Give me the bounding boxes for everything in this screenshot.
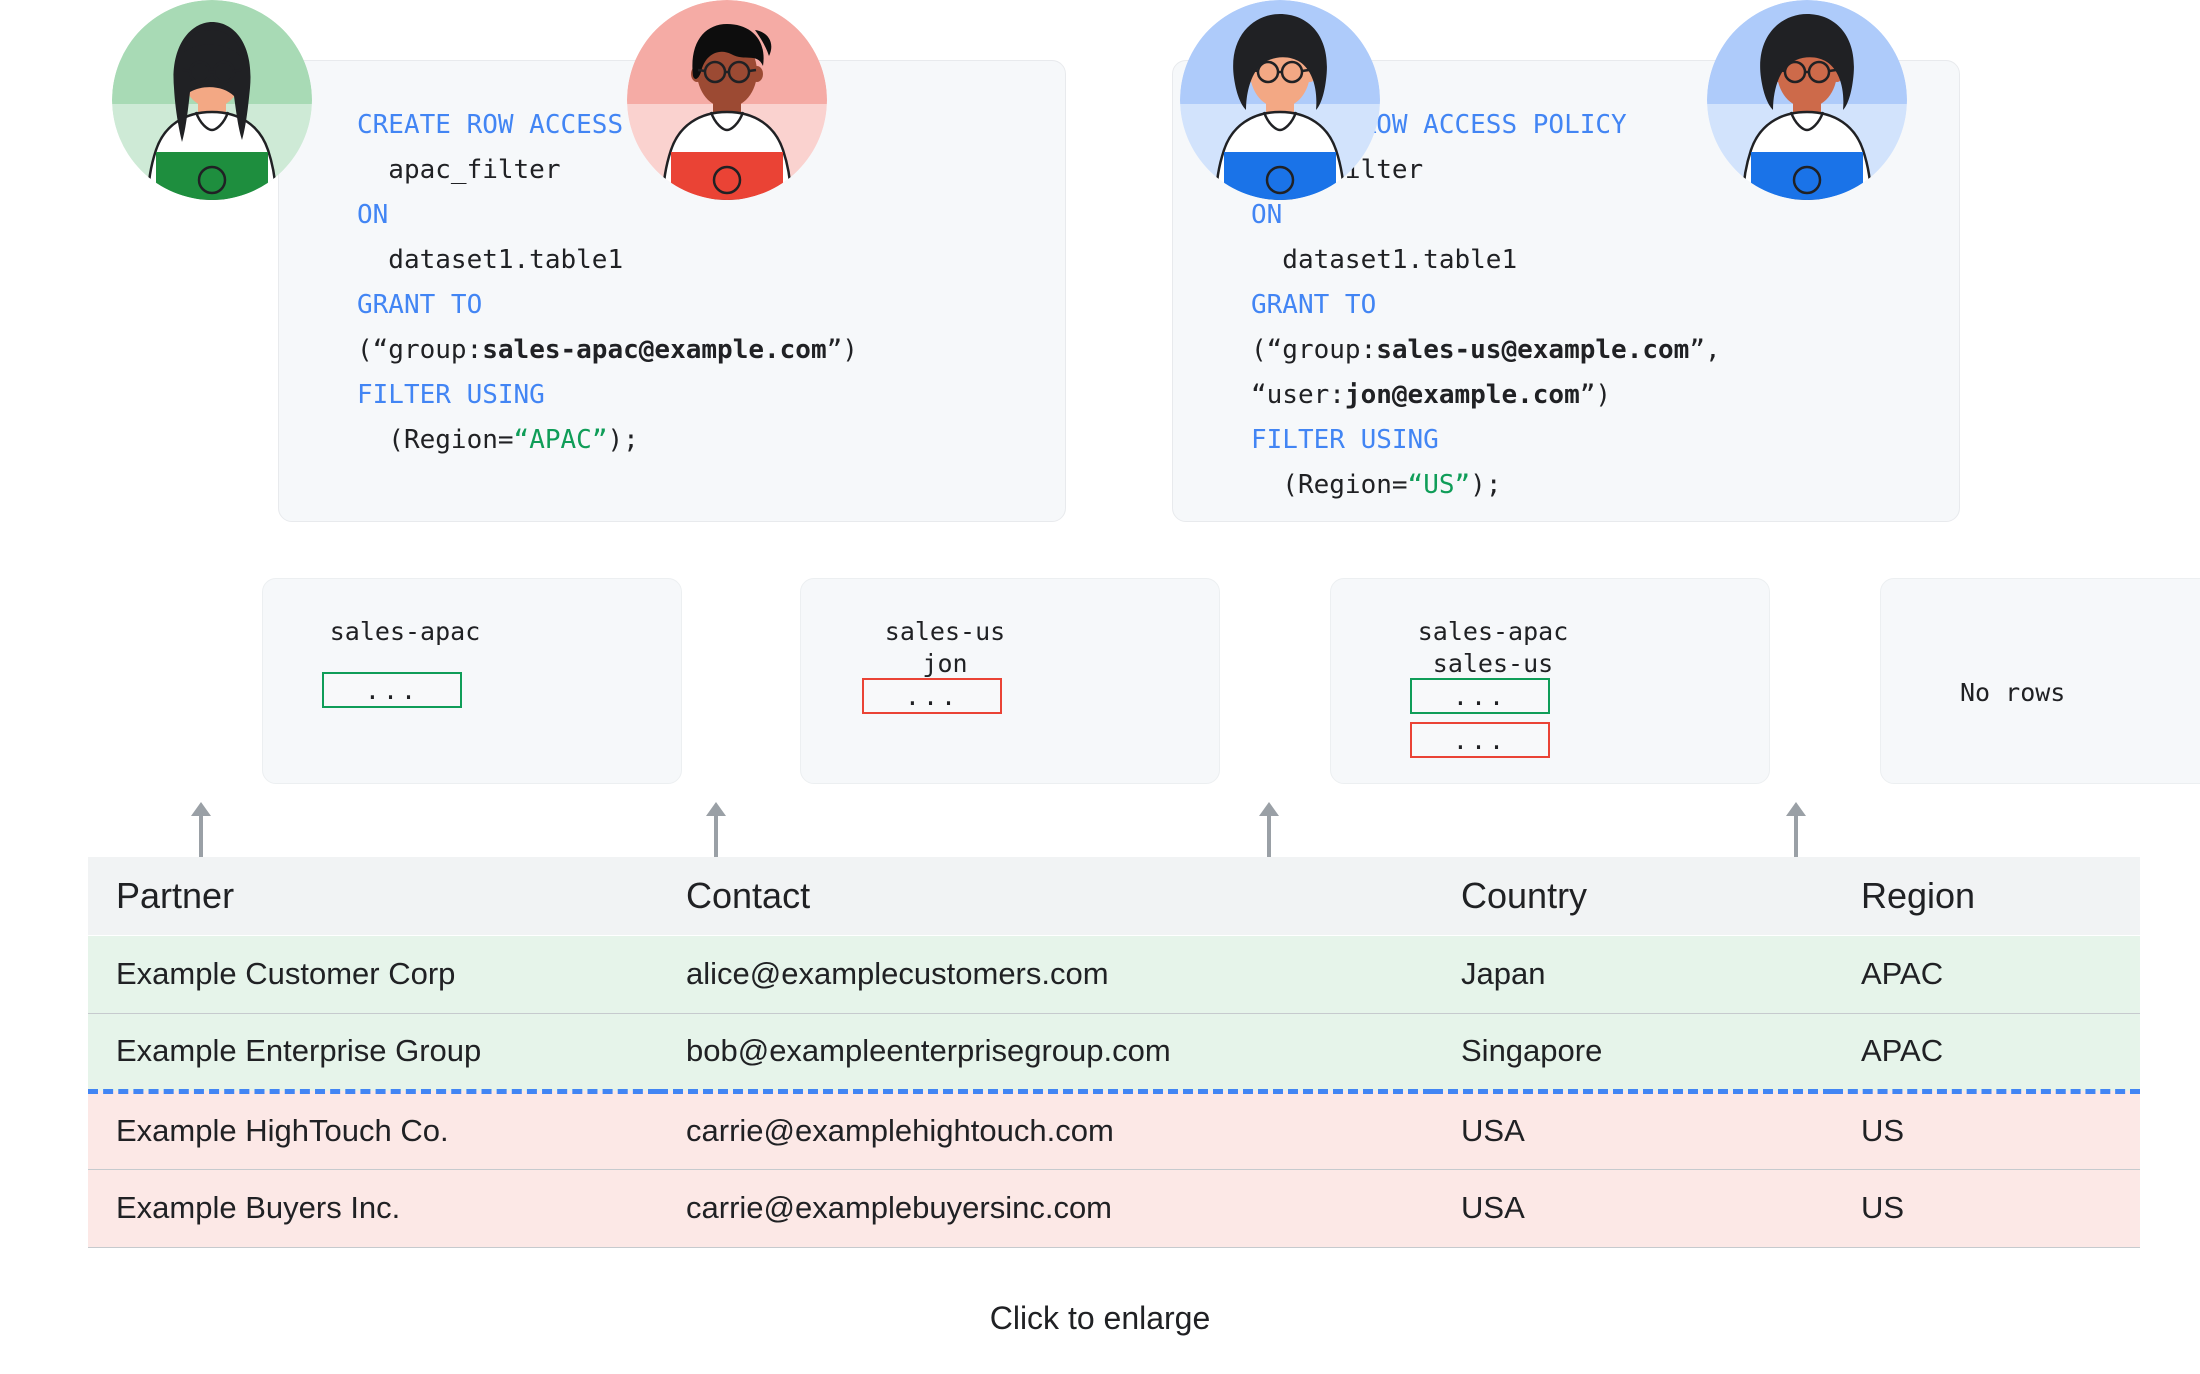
code-line: ON bbox=[279, 193, 1065, 238]
visible-rows-indicator-red: ... bbox=[862, 678, 1002, 714]
code-token: (Region= bbox=[357, 425, 514, 455]
cell-partner: Example Customer Corp bbox=[88, 935, 658, 1014]
column-header-partner: Partner bbox=[88, 857, 658, 936]
code-token: ”, bbox=[1689, 335, 1721, 365]
code-token: FILTER USING bbox=[357, 380, 545, 410]
persona-3-group-labels: sales-apac sales-us bbox=[1417, 617, 1569, 678]
code-token: “APAC” bbox=[513, 425, 608, 455]
column-header-region: Region bbox=[1833, 857, 2140, 936]
avatar-sales-apac-user bbox=[112, 0, 312, 200]
code-line: dataset1.table1 bbox=[1173, 238, 1959, 283]
table-body: Example Customer Corp alice@examplecustom… bbox=[88, 935, 2140, 1248]
table-header: Partner Contact Country Region bbox=[88, 857, 2140, 936]
code-token: ”) bbox=[1579, 380, 1612, 410]
cell-contact: carrie@examplebuyersinc.com bbox=[658, 1169, 1433, 1248]
code-token: ); bbox=[1470, 470, 1502, 500]
code-line: (“group:sales-apac@example.com”) bbox=[279, 328, 1065, 373]
code-line: ON bbox=[1173, 193, 1959, 238]
cell-country: Japan bbox=[1433, 935, 1833, 1014]
cell-partner: Example Buyers Inc. bbox=[88, 1169, 658, 1248]
code-line: FILTER USING bbox=[279, 373, 1065, 418]
code-line: (“group:sales-us@example.com”, bbox=[1173, 328, 1959, 373]
code-token: GRANT TO bbox=[357, 290, 483, 320]
code-line: “user:jon@example.com”) bbox=[1173, 373, 1959, 418]
code-token: ); bbox=[607, 425, 639, 455]
cell-region: APAC bbox=[1833, 1013, 2140, 1092]
cell-partner: Example Enterprise Group bbox=[88, 1013, 658, 1092]
column-header-country: Country bbox=[1433, 857, 1833, 936]
avatar-sales-us-user bbox=[627, 0, 827, 200]
cell-contact: carrie@examplehightouch.com bbox=[658, 1088, 1433, 1170]
persona-2-group-labels: sales-us jon bbox=[884, 617, 1006, 678]
code-token: apac_filter bbox=[357, 155, 561, 185]
cell-country: Singapore bbox=[1433, 1013, 1833, 1092]
table-header-row: Partner Contact Country Region bbox=[88, 857, 2140, 936]
visible-rows-indicator-green: ... bbox=[322, 672, 462, 708]
cell-region: US bbox=[1833, 1088, 2140, 1170]
persona-1-group-labels: sales-apac bbox=[329, 617, 481, 646]
code-token: GRANT TO bbox=[1251, 290, 1377, 320]
table-row: Example HighTouch Co. carrie@examplehight… bbox=[88, 1088, 2140, 1170]
code-token: jon@example.com bbox=[1344, 380, 1580, 410]
visible-rows-indicator-green: ... bbox=[1410, 678, 1550, 714]
visible-rows-indicator-red: ... bbox=[1410, 722, 1550, 758]
persona-1-row-boxes: ... bbox=[322, 672, 462, 716]
table-row: Example Customer Corp alice@examplecustom… bbox=[88, 935, 2140, 1014]
partners-table: Partner Contact Country Region Example C… bbox=[88, 857, 2140, 1248]
persona-card-sales-apac-and-us bbox=[1330, 578, 1770, 784]
arrow-up-persona-1 bbox=[188, 800, 214, 858]
table-row: Example Enterprise Group bob@exampleenter… bbox=[88, 1013, 2140, 1092]
code-token: (“group: bbox=[357, 335, 483, 365]
code-token: FILTER USING bbox=[1251, 425, 1439, 455]
code-line: dataset1.table1 bbox=[279, 238, 1065, 283]
code-token: ON bbox=[1251, 200, 1283, 230]
code-token: dataset1.table1 bbox=[357, 245, 624, 275]
code-line: (Region=“APAC”); bbox=[279, 418, 1065, 463]
cell-contact: alice@examplecustomers.com bbox=[658, 935, 1433, 1014]
click-to-enlarge-caption[interactable]: Click to enlarge bbox=[0, 1300, 2200, 1337]
code-line: GRANT TO bbox=[1173, 283, 1959, 328]
code-token: ON bbox=[357, 200, 389, 230]
persona-4-no-rows-label: No rows bbox=[1960, 678, 2066, 707]
code-line: (Region=“US”); bbox=[1173, 463, 1959, 508]
code-token: dataset1.table1 bbox=[1251, 245, 1518, 275]
persona-3-row-boxes: ...... bbox=[1410, 678, 1550, 766]
code-token: “user: bbox=[1251, 380, 1345, 410]
cell-region: APAC bbox=[1833, 935, 2140, 1014]
cell-country: USA bbox=[1433, 1088, 1833, 1170]
avatar-unauthorized-user bbox=[1707, 0, 1907, 200]
arrow-up-persona-2 bbox=[703, 800, 729, 858]
arrow-up-persona-4 bbox=[1783, 800, 1809, 858]
avatar-dual-group-user bbox=[1180, 0, 1380, 200]
code-line: FILTER USING bbox=[1173, 418, 1959, 463]
persona-2-row-boxes: ... bbox=[862, 678, 1002, 722]
code-token: ”) bbox=[826, 335, 858, 365]
code-token: “US” bbox=[1407, 470, 1471, 500]
cell-country: USA bbox=[1433, 1169, 1833, 1248]
code-token: (“group: bbox=[1251, 335, 1377, 365]
cell-region: US bbox=[1833, 1169, 2140, 1248]
table-row: Example Buyers Inc. carrie@examplebuyersi… bbox=[88, 1169, 2140, 1248]
code-token: (Region= bbox=[1251, 470, 1408, 500]
code-token: sales-apac@example.com bbox=[482, 335, 827, 365]
cell-contact: bob@exampleenterprisegroup.com bbox=[658, 1013, 1433, 1092]
code-line: GRANT TO bbox=[279, 283, 1065, 328]
arrow-up-persona-3 bbox=[1256, 800, 1282, 858]
column-header-contact: Contact bbox=[658, 857, 1433, 936]
code-token: sales-us@example.com bbox=[1376, 335, 1690, 365]
cell-partner: Example HighTouch Co. bbox=[88, 1088, 658, 1170]
